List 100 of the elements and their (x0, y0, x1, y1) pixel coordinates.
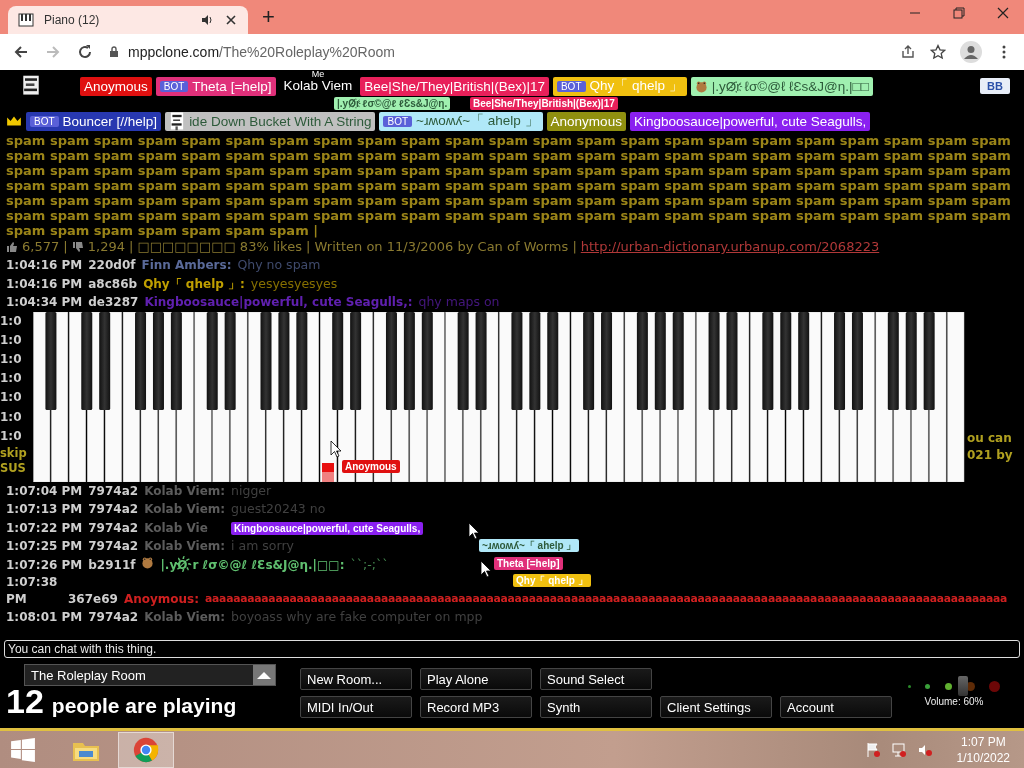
piano-key[interactable] (457, 311, 469, 410)
piano-key[interactable] (99, 311, 111, 410)
cursor-icon (330, 439, 342, 458)
menu-button[interactable]: Synth (540, 696, 652, 718)
piano-key[interactable] (529, 311, 541, 410)
meter-dot (989, 680, 1000, 692)
network-icon[interactable] (890, 741, 907, 758)
piano-key[interactable] (672, 311, 684, 410)
thumbs-down-icon (71, 241, 84, 253)
volume-knob[interactable] (958, 676, 969, 696)
definition-link[interactable]: http://urban-dictionary.urbanup.com/2068223 (580, 238, 880, 256)
piano-key[interactable] (421, 311, 433, 410)
menu-button[interactable]: Client Settings (660, 696, 772, 718)
menu-button[interactable]: Record MP3 (420, 696, 532, 718)
menu-button[interactable]: Sound Select (540, 668, 652, 690)
message-time: 1:04:16 PM (6, 257, 83, 274)
piano-key[interactable] (547, 311, 559, 410)
share-icon[interactable] (900, 44, 916, 60)
meter-dot (925, 683, 931, 689)
windows-start-icon[interactable] (10, 736, 36, 763)
room-select[interactable]: The Roleplay Room (24, 664, 276, 686)
piano-key[interactable] (385, 311, 397, 410)
piano-key[interactable] (654, 311, 666, 410)
user-tag[interactable]: Kingboosauce|powerful, cute Seagulls, (629, 111, 871, 131)
message-fragment: 1:0 (0, 370, 23, 388)
piano-key[interactable] (350, 311, 362, 410)
piano-key[interactable] (636, 311, 648, 410)
close-icon[interactable] (996, 6, 1010, 20)
message-time: 1:04:16 PM (6, 275, 83, 293)
user-tag[interactable]: BOT ~ɹʍoʍʎ~「 ahelp 」 (379, 111, 543, 131)
piano-key[interactable] (206, 311, 218, 410)
user-tag[interactable]: BOT Qhy「 qhelp 」 (552, 76, 687, 96)
piano-key[interactable] (45, 311, 57, 410)
cursor-icon (468, 521, 480, 540)
user-name: Kolab Vie (144, 519, 208, 537)
piano-key[interactable] (296, 311, 308, 410)
clock-date: 1/10/2022 (956, 749, 1010, 766)
message-fragment: 1:0 (0, 331, 23, 349)
piano-key[interactable] (923, 311, 935, 410)
piano-key[interactable] (708, 311, 720, 410)
cursor-icon (480, 559, 492, 578)
player-label: people are playing (51, 694, 237, 718)
piano-key[interactable] (780, 311, 792, 410)
piano-key[interactable] (798, 311, 810, 410)
piano-key[interactable] (601, 311, 613, 410)
new-tab-button[interactable]: + (262, 4, 275, 30)
cursor-label: Qhy「 qhelp 」 (513, 573, 591, 587)
profile-icon[interactable] (960, 41, 982, 63)
piano-key[interactable] (403, 311, 415, 410)
flag-icon[interactable] (864, 741, 881, 758)
definition-info: □□□□□□□□ 83% likes | Written on 11/3/2006 by Can of Worms | (137, 238, 577, 256)
reload-icon[interactable] (76, 43, 94, 61)
piano-key[interactable] (851, 311, 863, 410)
piano-key[interactable] (834, 311, 846, 410)
user-id: 7974a2 (88, 482, 139, 500)
piano-key[interactable] (278, 311, 290, 410)
browser-tab[interactable]: Piano (12) (8, 6, 248, 34)
piano-key[interactable] (332, 311, 344, 410)
menu-button[interactable]: MIDI In/Out (300, 696, 412, 718)
star-icon[interactable] (930, 44, 946, 60)
menu-button[interactable]: Account (780, 696, 892, 718)
user-tag[interactable]: BOT Theta [=help] (155, 76, 276, 96)
piano-key[interactable] (762, 311, 774, 410)
message-text: yesyesyesyes (250, 274, 338, 293)
cursor-label: Bee|She/They|British|(Bex)|17 (470, 97, 618, 110)
likes-count: 6,577 | (22, 238, 68, 256)
piano-key[interactable] (135, 311, 147, 410)
message-fragment: 1:0 (0, 389, 23, 407)
user-tag[interactable]: Bee|She/They|British|(Bex)|17 (360, 76, 549, 96)
user-tag[interactable]: ide Down Bucket With A String (165, 111, 376, 131)
user-tag[interactable]: |.yØ҉r ℓσ©@ℓ ℓƐs&J@η.|□□ (690, 76, 873, 96)
frog-icon (694, 79, 708, 93)
bb-button[interactable]: BB (980, 78, 1010, 94)
piano-key[interactable] (224, 311, 236, 410)
bot-badge: BOT (383, 115, 413, 127)
piano-key[interactable] (887, 311, 899, 410)
piano-key[interactable] (81, 311, 93, 410)
message-fragment: 1:0 (0, 427, 23, 445)
message-time: 1:04:34 PM (6, 294, 83, 311)
piano-key[interactable] (170, 311, 182, 410)
chat-input[interactable]: You can chat with this thing. (4, 640, 1020, 658)
bot-badge: BOT (556, 80, 586, 92)
piano-key[interactable] (152, 311, 164, 410)
piano-key[interactable] (947, 311, 965, 482)
user-tag[interactable]: BOT Bouncer [//help] (26, 111, 162, 131)
restore-icon[interactable] (952, 6, 966, 20)
taskbar-app[interactable] (118, 731, 174, 768)
menu-button[interactable]: New Room... (300, 668, 412, 690)
volume-label: Volume: 60% (924, 696, 984, 707)
speaker-icon[interactable] (200, 13, 214, 27)
piano-key[interactable] (511, 311, 523, 410)
volume-slider[interactable] (908, 676, 1000, 696)
piano-key[interactable] (905, 311, 917, 410)
menu-button[interactable]: Play Alone (420, 668, 532, 690)
piano-key[interactable] (475, 311, 487, 410)
user-name: Finn Ambers: (141, 257, 232, 274)
close-icon[interactable] (224, 13, 238, 27)
message-text: boyoass why are fake computer on mpp (231, 608, 483, 626)
user-tag[interactable]: Anoymous (80, 76, 152, 96)
piano-key[interactable] (583, 311, 595, 410)
